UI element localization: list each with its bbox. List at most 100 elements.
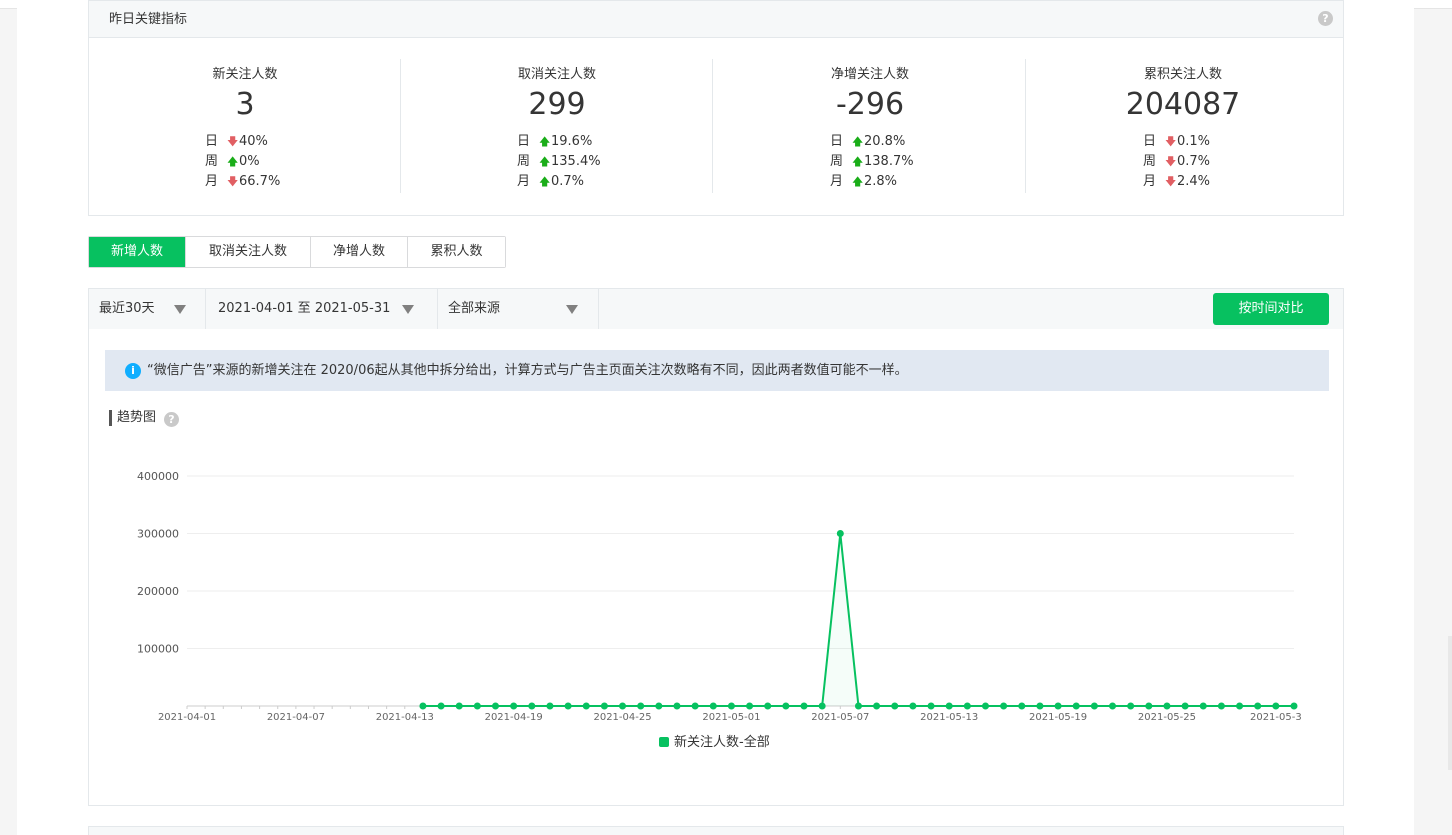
metric-change-row: 月 🡇2.4%	[1143, 172, 1210, 192]
x-tick-label: 2021-05-25	[1138, 712, 1196, 723]
data-point	[637, 702, 645, 710]
arrow-up-icon: 🡅	[227, 155, 239, 168]
chevron-down-icon	[566, 305, 578, 314]
source-select-value: 全部来源	[448, 301, 501, 316]
y-tick-label: 300000	[137, 528, 179, 541]
panel-header: 昨日关键指标 ?	[89, 1, 1343, 38]
change-percent: 0.7%	[1177, 154, 1211, 169]
series-area	[422, 533, 1294, 706]
metric-value: -296	[835, 87, 905, 122]
scrollbar[interactable]	[1448, 636, 1452, 770]
panel-title: 昨日关键指标	[109, 12, 188, 27]
data-point	[655, 702, 663, 710]
period-label: 月	[1143, 174, 1157, 189]
data-point	[891, 702, 899, 710]
metric-block: 取消关注人数 299 日 🡅19.6% 周 🡅135.4% 月 🡅0.7%	[401, 59, 713, 193]
data-point	[782, 702, 790, 710]
series-line	[422, 533, 1295, 707]
metric-change-row: 周 🡇0.7%	[1143, 152, 1210, 172]
x-tick-label: 2021-04-25	[593, 712, 651, 723]
data-point	[1145, 702, 1153, 710]
data-point	[1236, 702, 1244, 710]
help-icon[interactable]: ?	[164, 412, 179, 427]
metric-value: 204087	[1125, 87, 1241, 122]
period-label: 日	[1143, 134, 1157, 149]
data-point	[909, 702, 917, 710]
data-point	[945, 702, 953, 710]
next-panel	[88, 826, 1344, 835]
metric-change-row: 周 🡅135.4%	[517, 152, 601, 172]
data-point	[691, 702, 699, 710]
data-point	[800, 702, 808, 710]
data-point	[437, 702, 445, 710]
tab-cumulative[interactable]: 累积人数	[408, 237, 505, 267]
x-tick-label: 2021-04-01	[158, 712, 216, 723]
x-tick-label: 2021-04-13	[376, 712, 434, 723]
filter-bar: 最近30天 2021-04-01 至 2021-05-31 全部来源 按时间对比	[89, 289, 1343, 329]
data-point	[1217, 702, 1225, 710]
legend-marker	[659, 737, 669, 747]
x-tick-label: 2021-05-07	[811, 712, 869, 723]
data-point	[600, 702, 608, 710]
period-label: 周	[830, 154, 844, 169]
info-icon: i	[125, 363, 141, 379]
data-point	[854, 702, 862, 710]
data-point	[1072, 702, 1080, 710]
data-point	[673, 702, 681, 710]
metric-label: 净增关注人数	[830, 67, 909, 82]
data-point	[546, 702, 554, 710]
data-point	[927, 702, 935, 710]
change-percent: 0.1%	[1177, 134, 1211, 149]
change-percent: 2.8%	[864, 174, 898, 189]
data-point	[419, 702, 427, 710]
metric-change-row: 周 🡅138.7%	[830, 152, 914, 172]
tab-net-growth[interactable]: 净增人数	[311, 237, 408, 267]
data-point	[1199, 702, 1207, 710]
y-tick-label: 100000	[137, 643, 179, 656]
period-label: 日	[830, 134, 844, 149]
data-point	[836, 530, 844, 537]
arrow-up-icon: 🡅	[852, 135, 864, 148]
arrow-down-icon: 🡇	[1165, 135, 1177, 148]
trend-card: 最近30天 2021-04-01 至 2021-05-31 全部来源 按时间对比…	[88, 288, 1344, 806]
metric-value: 299	[528, 87, 586, 122]
tab-new-followers[interactable]: 新增人数	[89, 237, 186, 267]
help-icon[interactable]: ?	[1318, 11, 1333, 26]
y-tick-label: 400000	[137, 470, 179, 483]
chart-legend[interactable]: 新关注人数-全部	[659, 735, 770, 751]
change-percent: 40%	[239, 134, 268, 149]
date-range-value: 2021-04-01 至 2021-05-31	[218, 301, 391, 316]
metric-change-row: 日 🡅20.8%	[830, 132, 905, 152]
data-point	[1109, 702, 1117, 710]
date-range-select[interactable]: 2021-04-01 至 2021-05-31	[206, 289, 438, 329]
data-point	[455, 702, 463, 710]
data-point	[963, 702, 971, 710]
data-point	[564, 702, 572, 710]
compare-by-time-button[interactable]: 按时间对比	[1213, 293, 1329, 325]
key-metrics-panel: 昨日关键指标 ? 新关注人数 3 日 🡇40% 周 🡅0% 月 🡇66.7% 取消关注人数 299…	[88, 0, 1344, 216]
x-tick-label: 2021-04-07	[267, 712, 325, 723]
data-point	[1290, 702, 1298, 710]
change-percent: 19.6%	[551, 134, 593, 149]
source-select[interactable]: 全部来源	[438, 289, 599, 329]
arrow-down-icon: 🡇	[227, 135, 239, 148]
metric-label: 新关注人数	[212, 67, 278, 82]
range-select[interactable]: 最近30天	[89, 289, 206, 329]
period-label: 周	[205, 154, 219, 169]
data-point	[1054, 702, 1062, 710]
trend-chart: 400000 300000 200000 100000 2021-04-01 2021-0…	[137, 470, 1302, 723]
x-tick-label: 2021-05-3	[1250, 712, 1302, 723]
metric-change-row: 月 🡇66.7%	[205, 172, 280, 192]
chevron-down-icon	[402, 305, 414, 314]
data-point	[619, 702, 627, 710]
data-point	[727, 702, 735, 710]
data-point	[746, 702, 754, 710]
data-point	[764, 702, 772, 710]
change-percent: 0.7%	[551, 174, 585, 189]
change-percent: 66.7%	[239, 174, 281, 189]
trend-title: 趋势图	[109, 410, 156, 426]
tab-unfollows[interactable]: 取消关注人数	[186, 237, 311, 267]
range-select-value: 最近30天	[99, 301, 155, 316]
metric-label: 取消关注人数	[517, 67, 596, 82]
y-tick-label: 200000	[137, 585, 179, 598]
